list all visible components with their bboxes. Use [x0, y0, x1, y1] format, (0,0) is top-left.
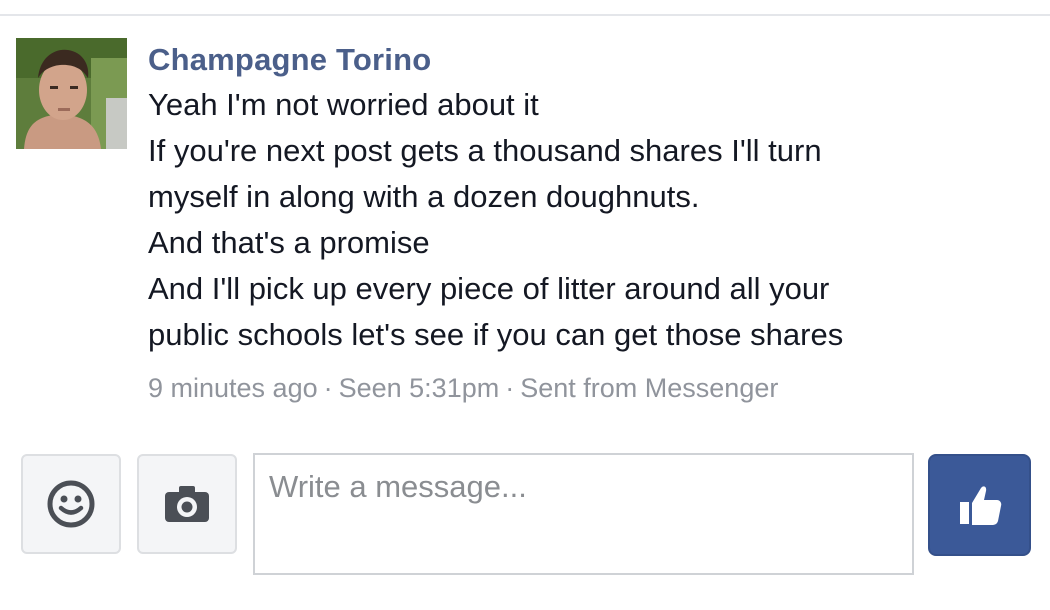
emoji-button[interactable] [21, 454, 121, 554]
avatar[interactable] [16, 38, 127, 149]
message-line: If you're next post gets a thousand shar… [148, 133, 822, 168]
camera-icon [165, 486, 209, 522]
message-meta: 9 minutes ago · Seen 5:31pm · Sent from Mess… [148, 370, 1028, 406]
seen-status: Seen 5:31pm [338, 373, 500, 403]
message-line: Yeah I'm not worried about it [148, 87, 539, 122]
sent-from: Sent from Messenger [520, 373, 779, 403]
message-body: Champagne Torino Yeah I'm not worried ab… [148, 38, 1028, 406]
smiley-face-icon [47, 480, 95, 528]
top-divider [0, 14, 1050, 16]
sender-name[interactable]: Champagne Torino [148, 38, 1028, 82]
timestamp: 9 minutes ago [148, 373, 318, 403]
message-composer [0, 450, 1050, 580]
message-line: myself in along with a dozen doughnuts. [148, 179, 700, 214]
message-line: And that's a promise [148, 225, 430, 260]
message-item: Champagne Torino Yeah I'm not worried ab… [16, 38, 1036, 418]
message-line: And I'll pick up every piece of litter a… [148, 271, 830, 306]
message-input[interactable] [253, 453, 914, 575]
message-line: public schools let's see if you can get … [148, 317, 844, 352]
camera-button[interactable] [137, 454, 237, 554]
thumbs-up-icon [959, 486, 1001, 525]
meta-separator: · [323, 373, 333, 403]
avatar-photo [16, 38, 127, 149]
meta-separator: · [505, 373, 515, 403]
like-send-button[interactable] [928, 454, 1031, 556]
